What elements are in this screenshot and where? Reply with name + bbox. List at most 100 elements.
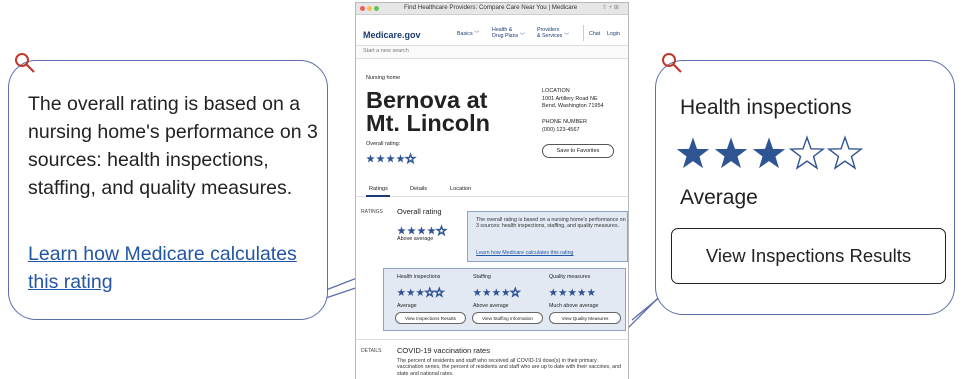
star-filled-icon [676, 137, 710, 169]
chevron-down-icon: ﹀ [474, 31, 480, 37]
star-rating-graphic [676, 135, 864, 170]
view-inspections-results-button[interactable]: View Inspections Results [395, 312, 466, 324]
star-filled-icon [568, 287, 577, 296]
star-outline-icon [826, 135, 864, 170]
minimize-window-icon[interactable] [367, 6, 372, 11]
share-tabs-icon[interactable]: ⇧ + ⊞ [602, 4, 619, 11]
chevron-down-icon: ﹀ [519, 33, 525, 39]
overall-rating-text: Above average [397, 236, 434, 242]
tab-ratings[interactable]: Ratings [369, 186, 388, 192]
facility-name: Bernova at Mt. Lincoln [366, 87, 491, 136]
nav-login[interactable]: Login [607, 31, 620, 37]
nav-chat[interactable]: Chat [589, 31, 600, 37]
magnifier-icon [662, 53, 682, 73]
maximize-window-icon[interactable] [374, 6, 379, 11]
overall-rating-label: Overall rating: [366, 141, 401, 147]
phone-number: (000) 123-4567 [542, 127, 580, 133]
location-label: LOCATION [542, 88, 570, 94]
overall-rating-stars [366, 150, 417, 168]
star-filled-icon [501, 287, 510, 296]
nav-basics-label: Basics [457, 31, 473, 37]
window-title: Find Healthcare Providers: Compare Care … [404, 4, 578, 11]
magnifier-icon [15, 53, 35, 73]
star-filled-icon [386, 154, 395, 163]
active-tab-indicator [366, 195, 390, 197]
close-window-icon[interactable] [360, 6, 365, 11]
star-filled-icon [473, 287, 482, 296]
subrating-stars [397, 283, 467, 301]
covid-heading: COVID-19 vaccination rates [397, 346, 490, 355]
subrating-title: Quality measures [549, 274, 591, 280]
rating-tooltip: The overall rating is based on a nursing… [467, 211, 628, 262]
star-outline-icon [433, 285, 446, 298]
tabs-divider [356, 196, 628, 197]
star-filled-icon [482, 287, 491, 296]
star-filled-icon [397, 287, 406, 296]
tab-details[interactable]: Details [410, 186, 427, 192]
search-placeholder: Start a new search [363, 48, 409, 54]
nav-providers-services[interactable]: Providers & Services ﹀ [537, 27, 569, 39]
medicare-logo[interactable]: Medicare.gov [363, 30, 421, 40]
facility-type: Nursing home [366, 75, 401, 81]
star-filled-icon [407, 226, 416, 235]
address-line-1: 1001 Artillery Road NE [542, 96, 598, 102]
star-outline-icon [423, 285, 436, 298]
section-divider [356, 339, 628, 340]
star-filled-icon [376, 154, 385, 163]
star-filled-icon [427, 226, 436, 235]
star-rating-graphic [366, 152, 417, 165]
star-rating-graphic [549, 287, 596, 296]
star-rating-graphic [397, 285, 446, 298]
subrating-title: Staffing [473, 274, 491, 280]
nav-providers-label-2: & Services [537, 33, 563, 39]
learn-rating-link[interactable]: Learn how Medicare calculates this ratin… [28, 240, 318, 296]
star-outline-icon [788, 135, 826, 170]
star-filled-icon [587, 287, 596, 296]
star-filled-icon [752, 137, 786, 169]
subrating-label: Above average [473, 303, 509, 309]
subratings-panel: Health inspections Average Staffing Abov… [383, 268, 626, 331]
details-section-label: DETAILS [361, 348, 382, 354]
view-staffing-information-button[interactable]: View Staffing Information [472, 312, 543, 324]
star-filled-icon [714, 137, 748, 169]
phone-label: PHONE NUMBER [542, 119, 587, 125]
star-filled-icon [406, 287, 415, 296]
star-outline-icon [509, 285, 522, 298]
overall-rating-explanation: The overall rating is based on a nursing… [28, 93, 318, 199]
star-outline-icon [435, 224, 448, 237]
health-inspections-rating-label: Average [680, 186, 758, 209]
star-rating-graphic [397, 224, 448, 237]
subrating-label: Much above average [549, 303, 599, 309]
rating-tooltip-text: The overall rating is based on a nursing… [476, 217, 626, 230]
subrating-label: Average [397, 303, 417, 309]
subrating-health-inspections: Health inspections Average [397, 274, 467, 309]
browser-window: Find Healthcare Providers: Compare Care … [355, 2, 629, 379]
star-filled-icon [492, 287, 501, 296]
star-rating-graphic [473, 285, 522, 298]
nav-divider [583, 25, 584, 41]
subrating-stars [473, 283, 543, 301]
overall-rating-heading: Overall rating [397, 207, 442, 216]
save-to-favorites-button[interactable]: Save to Favorites [542, 144, 614, 158]
subrating-staffing: Staffing Above average [473, 274, 543, 309]
star-filled-icon [549, 287, 558, 296]
view-inspections-results-button[interactable]: View Inspections Results [671, 228, 946, 284]
tab-location[interactable]: Location [450, 186, 471, 192]
ratings-section-label: RATINGS [361, 209, 383, 215]
star-filled-icon [416, 287, 425, 296]
window-titlebar: Find Healthcare Providers: Compare Care … [356, 3, 628, 15]
subrating-title: Health inspections [397, 274, 441, 280]
subrating-stars [549, 283, 627, 301]
star-filled-icon [397, 226, 406, 235]
health-inspections-stars [676, 135, 864, 175]
nav-health-drug-plans[interactable]: Health & Drug Plans ﹀ [492, 27, 525, 39]
rating-tooltip-link[interactable]: Learn how Medicare calculates this ratin… [476, 250, 626, 256]
star-filled-icon [366, 154, 375, 163]
star-filled-icon [558, 287, 567, 296]
nav-basics[interactable]: Basics ﹀ [457, 31, 479, 37]
star-filled-icon [396, 154, 405, 163]
star-filled-icon [577, 287, 586, 296]
view-quality-measures-button[interactable]: View Quality Measures [549, 312, 621, 324]
star-filled-icon [417, 226, 426, 235]
health-inspections-title: Health inspections [680, 96, 852, 119]
